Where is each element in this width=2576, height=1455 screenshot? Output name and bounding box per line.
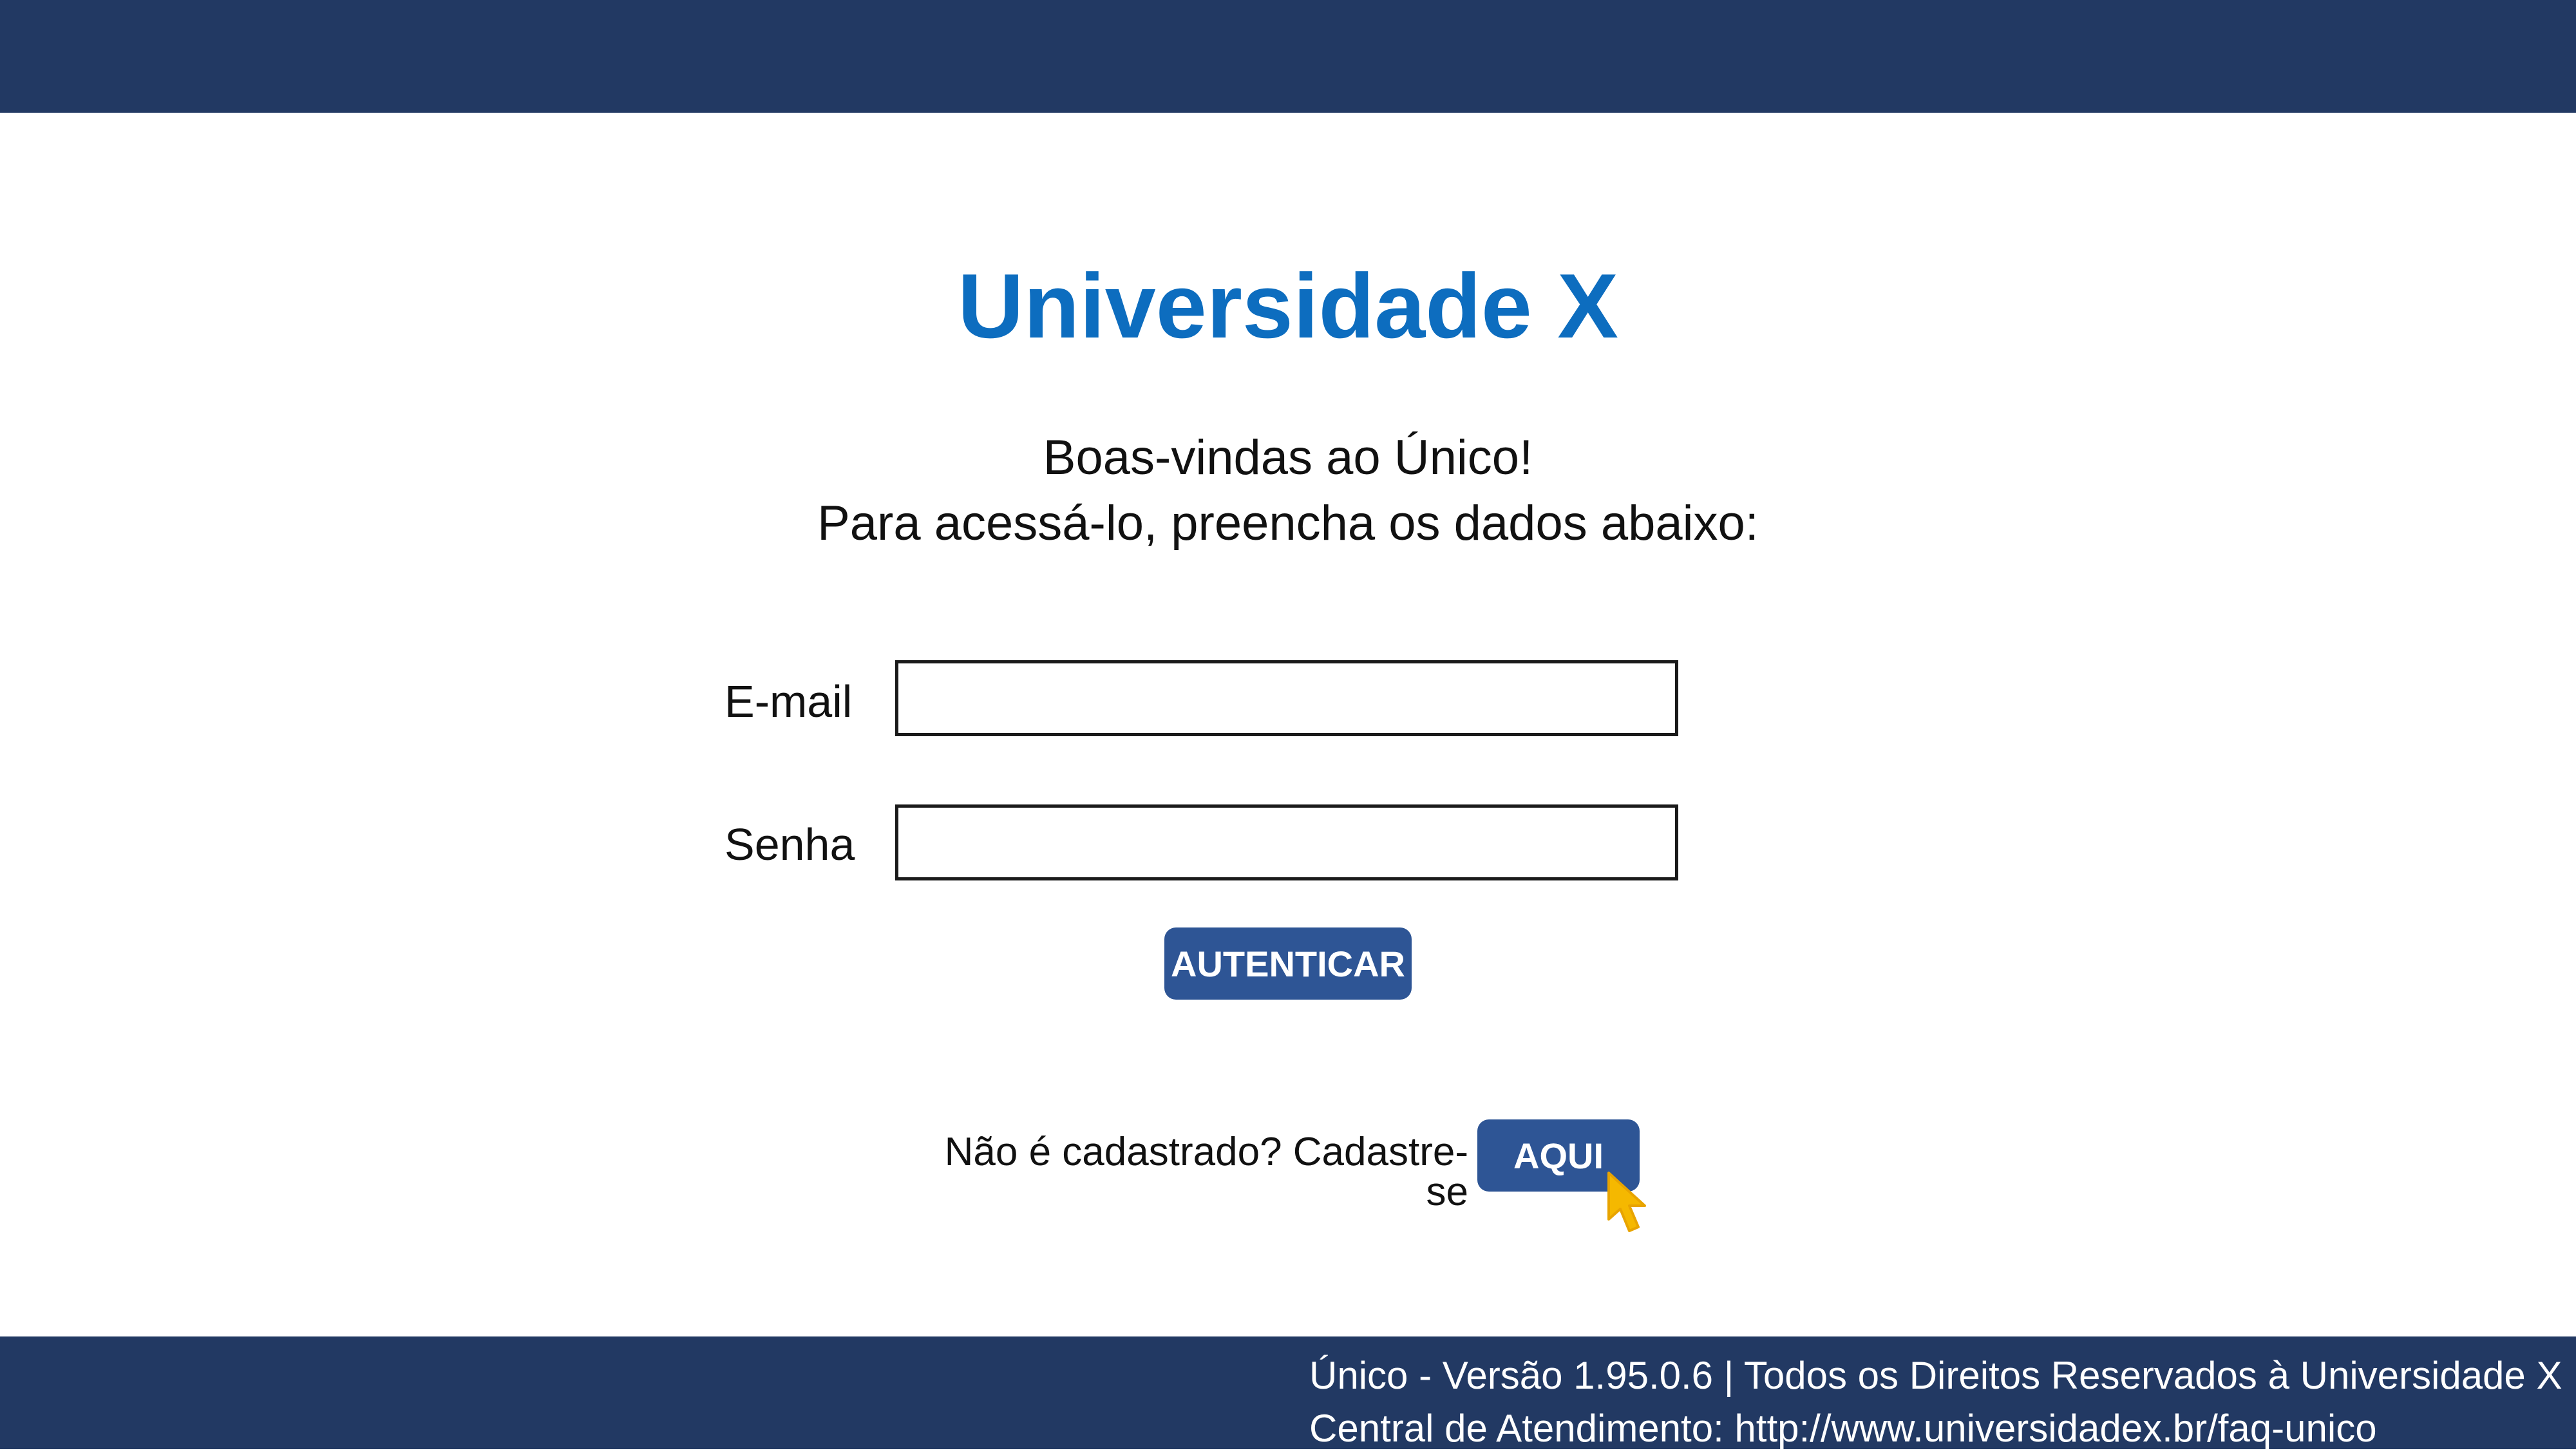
welcome-line-1: Boas-vindas ao Único!: [1043, 430, 1533, 485]
email-label: E-mail: [724, 676, 853, 727]
authenticate-button[interactable]: AUTENTICAR: [1164, 927, 1412, 1000]
footer-text: Único - Versão 1.95.0.6 | Todos os Direi…: [1309, 1349, 2562, 1455]
footer-support-line: Central de Atendimento: http://www.unive…: [1309, 1407, 2377, 1450]
footer-bar: Único - Versão 1.95.0.6 | Todos os Direi…: [0, 1336, 2576, 1450]
top-header-bar: [0, 0, 2576, 113]
pointer-cursor-icon: [1607, 1172, 1646, 1232]
password-field[interactable]: [895, 804, 1678, 880]
register-prompt: Não é cadastrado? Cadastre-se: [944, 1130, 1468, 1214]
page-title: Universidade X: [958, 255, 1618, 357]
password-label: Senha: [724, 819, 855, 870]
welcome-line-2: Para acessá-lo, preencha os dados abaixo…: [817, 496, 1759, 551]
welcome-message: Boas-vindas ao Único! Para acessá-lo, pr…: [0, 425, 2576, 556]
email-field[interactable]: [895, 660, 1678, 736]
footer-version-line: Único - Versão 1.95.0.6 | Todos os Direi…: [1309, 1354, 2562, 1397]
